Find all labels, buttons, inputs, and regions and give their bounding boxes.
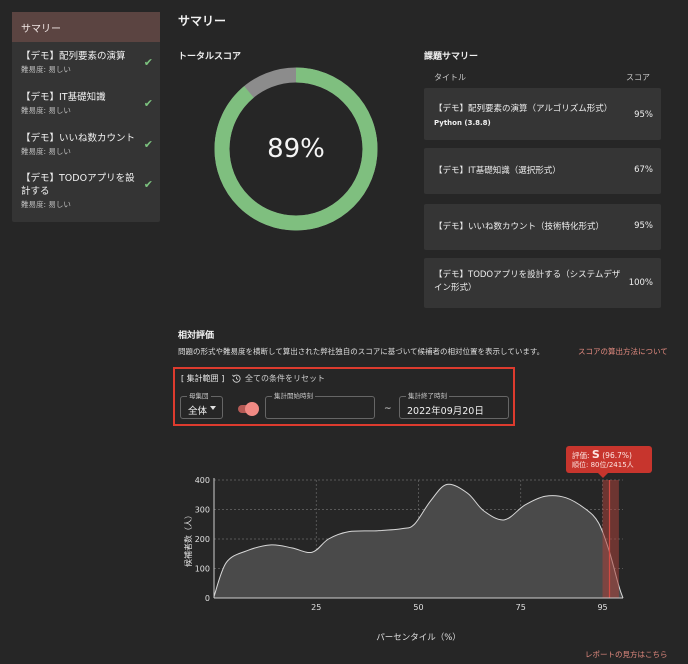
tooltip-rank: 順位: 80位/2415人 [572,461,634,469]
task-language: Python (3.8.8) [434,119,491,127]
task-name: 【デモ】TODOアプリを設計する（システムデザイン形式） [434,270,621,293]
end-date-legend: 集計終了時刻 [406,392,449,400]
relative-eval-title: 相対評価 [178,331,215,341]
check-icon: ✔ [143,56,153,69]
distribution-line [213,483,624,599]
task-score: 95% [634,221,653,231]
tooltip-percent: (96.7%) [602,451,632,460]
y-axis-label: 候補者数（人） [183,511,193,567]
check-icon: ✔ [143,178,153,191]
task-name: 【デモ】IT基礎知識（選択形式） [434,166,561,176]
x-tick-label: 95 [597,603,607,612]
end-date-field[interactable]: 集計終了時刻 2022年09月20日 [399,392,509,419]
sidebar-summary-label: サマリー [21,23,61,35]
sidebar-item-title: 【デモ】配列要素の演算 [21,51,126,62]
relative-eval-description: 問題の形式や難易度を横断して算出された弊社独自のスコアに基づいて候補者の相対位置… [178,347,545,356]
task-summary-title: 課題サマリー [424,52,479,62]
task-score: 100% [628,278,653,288]
sidebar-item-difficulty: 難易度: 易しい [21,65,71,74]
score-method-link[interactable]: スコアの算出方法について [578,346,668,357]
sidebar-item-task-3[interactable]: 【デモ】いいね数カウント 難易度: 易しい ✔ [12,132,160,157]
reset-conditions-button[interactable]: 全ての条件をリセット [232,373,325,384]
task-row[interactable]: 【デモ】配列要素の演算（アルゴリズム形式） Python (3.8.8) 95% [424,88,661,140]
y-tick-label: 300 [195,506,210,515]
start-date-legend: 集計開始時刻 [272,392,315,400]
page-title: サマリー [178,14,227,28]
end-date-value: 2022年09月20日 [407,406,484,417]
task-row[interactable]: 【デモ】いいね数カウント（技術特化形式） 95% [424,204,661,250]
total-score-label: トータルスコア [178,52,242,62]
period-toggle[interactable] [238,402,259,416]
rating-tooltip: 評価: S (96.7%) 順位: 80位/2415人 [566,446,652,478]
candidate-band [602,480,619,598]
sidebar-item-summary[interactable]: サマリー [12,12,160,42]
task-score: 95% [634,110,653,120]
y-tick-label: 200 [195,535,210,544]
x-tick-label: 50 [413,603,423,612]
column-header-title: タイトル [434,73,466,82]
population-legend: 母集団 [187,392,211,400]
sidebar-item-difficulty: 難易度: 易しい [21,106,71,115]
sidebar-item-task-4[interactable]: 【デモ】TODOアプリを設計する 難易度: 易しい ✔ [12,172,160,210]
check-icon: ✔ [143,97,153,110]
range-separator: ~ [384,404,392,414]
sidebar-item-title: 【デモ】IT基礎知識 [21,92,106,103]
aggregation-filter: [ 集計範囲 ] 全ての条件をリセット 母集団 全体 集計開始時刻 ~ 集計終了… [173,367,515,426]
y-tick-label: 100 [195,565,210,574]
tooltip-rating-prefix: 評価: [572,451,590,460]
x-tick-label: 25 [311,603,321,612]
tooltip-grade: S [591,448,600,461]
sidebar-item-title: 【デモ】いいね数カウント [21,133,136,144]
sidebar-item-title: 【デモ】TODOアプリを設計する [21,173,135,197]
check-icon: ✔ [143,138,153,151]
chevron-down-icon [210,406,216,410]
sidebar-item-difficulty: 難易度: 易しい [21,200,71,209]
report-guide-link[interactable]: レポートの見方はこちら [585,649,668,660]
sidebar-item-task-2[interactable]: 【デモ】IT基礎知識 難易度: 易しい ✔ [12,91,160,116]
x-axis-label: パーセンタイル（%） [376,632,461,643]
task-name: 【デモ】配列要素の演算（アルゴリズム形式） [434,104,613,114]
total-score-value: 89% [267,134,325,164]
reset-conditions-label: 全ての条件をリセット [245,374,325,383]
column-header-score: スコア [626,73,650,82]
aggregation-range-label: [ 集計範囲 ] [181,374,225,383]
tooltip-arrow [598,473,608,478]
tooltip-rating: 評価: S (96.7%) [572,449,646,461]
y-tick-label: 0 [205,594,210,603]
start-date-field[interactable]: 集計開始時刻 [265,392,375,419]
y-tick-label: 400 [195,476,210,485]
task-score: 67% [634,165,653,175]
task-sidebar: サマリー 【デモ】配列要素の演算 難易度: 易しい ✔ 【デモ】IT基礎知識 難… [12,12,160,222]
sidebar-item-task-1[interactable]: 【デモ】配列要素の演算 難易度: 易しい ✔ [12,50,160,75]
task-row[interactable]: 【デモ】TODOアプリを設計する（システムデザイン形式） 100% [424,258,661,308]
sidebar-item-difficulty: 難易度: 易しい [21,147,71,156]
population-select[interactable]: 母集団 全体 [180,392,223,419]
distribution-area [214,484,623,598]
population-value: 全体 [188,406,208,417]
task-name: 【デモ】いいね数カウント（技術特化形式） [434,222,605,232]
task-row[interactable]: 【デモ】IT基礎知識（選択形式） 67% [424,148,661,194]
history-icon [232,374,241,383]
x-tick-label: 75 [516,603,526,612]
toggle-knob [245,402,259,416]
